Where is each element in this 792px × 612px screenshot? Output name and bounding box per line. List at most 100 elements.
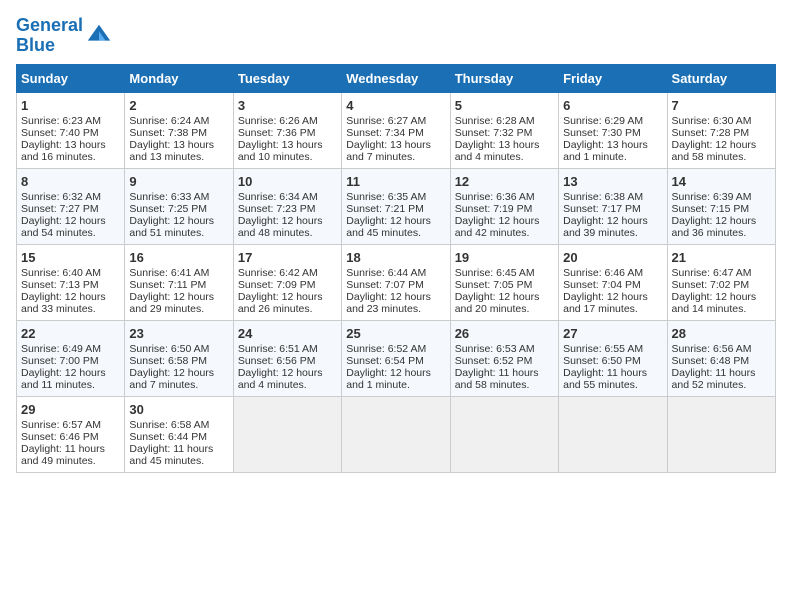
sunset-label: Sunset: 7:11 PM (129, 279, 206, 291)
daylight-label: Daylight: 11 hours and 45 minutes. (129, 443, 213, 467)
calendar-table: SundayMondayTuesdayWednesdayThursdayFrid… (16, 64, 776, 473)
day-number: 26 (455, 326, 554, 341)
sunset-label: Sunset: 7:17 PM (563, 203, 641, 215)
week-row: 8 Sunrise: 6:32 AM Sunset: 7:27 PM Dayli… (17, 168, 776, 244)
day-number: 23 (129, 326, 228, 341)
sunset-label: Sunset: 7:00 PM (21, 355, 99, 367)
empty-cell (559, 396, 667, 472)
calendar-cell-day-19: 19 Sunrise: 6:45 AM Sunset: 7:05 PM Dayl… (450, 244, 558, 320)
day-number: 8 (21, 174, 120, 189)
logo: General Blue (16, 16, 113, 56)
daylight-label: Daylight: 12 hours and 36 minutes. (672, 215, 757, 239)
sunset-label: Sunset: 7:02 PM (672, 279, 750, 291)
empty-cell (342, 396, 450, 472)
sunset-label: Sunset: 7:27 PM (21, 203, 99, 215)
calendar-cell-day-30: 30 Sunrise: 6:58 AM Sunset: 6:44 PM Dayl… (125, 396, 233, 472)
day-number: 19 (455, 250, 554, 265)
sunrise-label: Sunrise: 6:46 AM (563, 267, 643, 279)
sunrise-label: Sunrise: 6:57 AM (21, 419, 101, 431)
calendar-cell-day-22: 22 Sunrise: 6:49 AM Sunset: 7:00 PM Dayl… (17, 320, 125, 396)
sunset-label: Sunset: 6:46 PM (21, 431, 99, 443)
sunrise-label: Sunrise: 6:40 AM (21, 267, 101, 279)
empty-cell (233, 396, 341, 472)
daylight-label: Daylight: 11 hours and 55 minutes. (563, 367, 647, 391)
daylight-label: Daylight: 13 hours and 7 minutes. (346, 139, 431, 163)
sunset-label: Sunset: 7:05 PM (455, 279, 533, 291)
sunrise-label: Sunrise: 6:34 AM (238, 191, 318, 203)
logo-text: General Blue (16, 16, 83, 56)
sunset-label: Sunset: 6:56 PM (238, 355, 316, 367)
calendar-cell-day-29: 29 Sunrise: 6:57 AM Sunset: 6:46 PM Dayl… (17, 396, 125, 472)
sunrise-label: Sunrise: 6:39 AM (672, 191, 752, 203)
calendar-cell-day-7: 7 Sunrise: 6:30 AM Sunset: 7:28 PM Dayli… (667, 92, 775, 168)
calendar-cell-day-20: 20 Sunrise: 6:46 AM Sunset: 7:04 PM Dayl… (559, 244, 667, 320)
col-header-sunday: Sunday (17, 64, 125, 92)
daylight-label: Daylight: 12 hours and 11 minutes. (21, 367, 106, 391)
sunset-label: Sunset: 7:25 PM (129, 203, 207, 215)
sunset-label: Sunset: 6:54 PM (346, 355, 424, 367)
calendar-cell-day-11: 11 Sunrise: 6:35 AM Sunset: 7:21 PM Dayl… (342, 168, 450, 244)
col-header-saturday: Saturday (667, 64, 775, 92)
sunset-label: Sunset: 7:04 PM (563, 279, 641, 291)
week-row: 1 Sunrise: 6:23 AM Sunset: 7:40 PM Dayli… (17, 92, 776, 168)
col-header-monday: Monday (125, 64, 233, 92)
sunrise-label: Sunrise: 6:41 AM (129, 267, 209, 279)
daylight-label: Daylight: 12 hours and 23 minutes. (346, 291, 431, 315)
daylight-label: Daylight: 13 hours and 16 minutes. (21, 139, 106, 163)
day-number: 7 (672, 98, 771, 113)
daylight-label: Daylight: 12 hours and 48 minutes. (238, 215, 323, 239)
daylight-label: Daylight: 12 hours and 14 minutes. (672, 291, 757, 315)
daylight-label: Daylight: 11 hours and 52 minutes. (672, 367, 756, 391)
sunset-label: Sunset: 7:09 PM (238, 279, 316, 291)
sunset-label: Sunset: 7:38 PM (129, 127, 207, 139)
sunrise-label: Sunrise: 6:30 AM (672, 115, 752, 127)
daylight-label: Daylight: 12 hours and 42 minutes. (455, 215, 540, 239)
sunset-label: Sunset: 7:19 PM (455, 203, 533, 215)
day-number: 27 (563, 326, 662, 341)
day-number: 18 (346, 250, 445, 265)
sunset-label: Sunset: 7:28 PM (672, 127, 750, 139)
calendar-cell-day-8: 8 Sunrise: 6:32 AM Sunset: 7:27 PM Dayli… (17, 168, 125, 244)
sunset-label: Sunset: 6:44 PM (129, 431, 207, 443)
sunrise-label: Sunrise: 6:58 AM (129, 419, 209, 431)
daylight-label: Daylight: 12 hours and 4 minutes. (238, 367, 323, 391)
calendar-cell-day-17: 17 Sunrise: 6:42 AM Sunset: 7:09 PM Dayl… (233, 244, 341, 320)
empty-cell (667, 396, 775, 472)
logo-icon (85, 22, 113, 50)
day-number: 14 (672, 174, 771, 189)
sunset-label: Sunset: 7:36 PM (238, 127, 316, 139)
daylight-label: Daylight: 12 hours and 54 minutes. (21, 215, 106, 239)
calendar-cell-day-14: 14 Sunrise: 6:39 AM Sunset: 7:15 PM Dayl… (667, 168, 775, 244)
day-number: 24 (238, 326, 337, 341)
col-header-wednesday: Wednesday (342, 64, 450, 92)
calendar-cell-day-25: 25 Sunrise: 6:52 AM Sunset: 6:54 PM Dayl… (342, 320, 450, 396)
week-row: 29 Sunrise: 6:57 AM Sunset: 6:46 PM Dayl… (17, 396, 776, 472)
sunset-label: Sunset: 7:15 PM (672, 203, 750, 215)
calendar-cell-day-15: 15 Sunrise: 6:40 AM Sunset: 7:13 PM Dayl… (17, 244, 125, 320)
day-number: 5 (455, 98, 554, 113)
day-number: 1 (21, 98, 120, 113)
sunrise-label: Sunrise: 6:23 AM (21, 115, 101, 127)
sunset-label: Sunset: 6:48 PM (672, 355, 750, 367)
week-row: 22 Sunrise: 6:49 AM Sunset: 7:00 PM Dayl… (17, 320, 776, 396)
day-number: 3 (238, 98, 337, 113)
week-row: 15 Sunrise: 6:40 AM Sunset: 7:13 PM Dayl… (17, 244, 776, 320)
sunset-label: Sunset: 7:13 PM (21, 279, 99, 291)
daylight-label: Daylight: 12 hours and 7 minutes. (129, 367, 214, 391)
empty-cell (450, 396, 558, 472)
day-number: 11 (346, 174, 445, 189)
sunrise-label: Sunrise: 6:50 AM (129, 343, 209, 355)
logo-general: General (16, 15, 83, 35)
day-number: 10 (238, 174, 337, 189)
sunset-label: Sunset: 7:40 PM (21, 127, 99, 139)
calendar-cell-day-3: 3 Sunrise: 6:26 AM Sunset: 7:36 PM Dayli… (233, 92, 341, 168)
day-number: 17 (238, 250, 337, 265)
col-header-tuesday: Tuesday (233, 64, 341, 92)
day-number: 2 (129, 98, 228, 113)
col-header-friday: Friday (559, 64, 667, 92)
calendar-cell-day-21: 21 Sunrise: 6:47 AM Sunset: 7:02 PM Dayl… (667, 244, 775, 320)
sunrise-label: Sunrise: 6:53 AM (455, 343, 535, 355)
sunrise-label: Sunrise: 6:36 AM (455, 191, 535, 203)
header-row: SundayMondayTuesdayWednesdayThursdayFrid… (17, 64, 776, 92)
day-number: 21 (672, 250, 771, 265)
